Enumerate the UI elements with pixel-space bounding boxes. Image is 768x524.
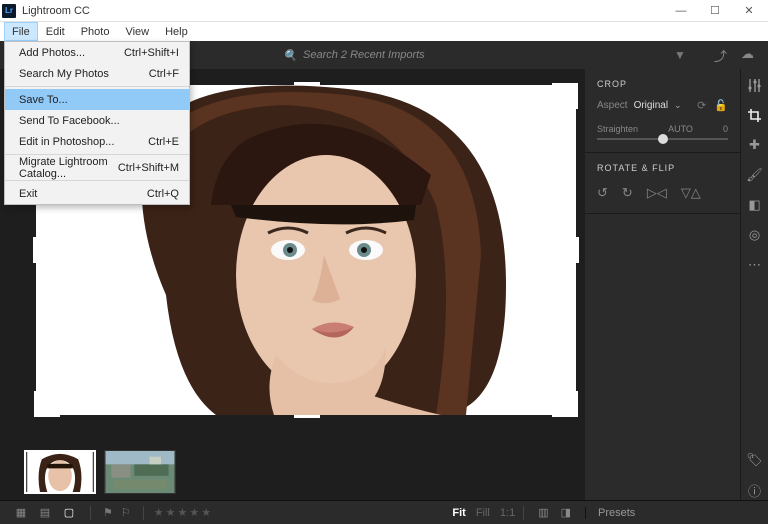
menu-exit[interactable]: ExitCtrl+Q <box>5 183 189 204</box>
aspect-label: Aspect <box>597 100 628 111</box>
flag-pick-icon[interactable]: ⚑ <box>103 506 113 519</box>
menu-separator <box>5 180 189 181</box>
rotate-aspect-icon[interactable]: ⟳ <box>697 99 706 112</box>
search-placeholder: Search 2 Recent Imports <box>303 49 425 61</box>
menu-search-my-photos[interactable]: Search My PhotosCtrl+F <box>5 63 189 84</box>
menu-save-to[interactable]: Save To... <box>5 89 189 110</box>
menubar: File Edit Photo View Help <box>0 22 768 41</box>
keywords-icon[interactable]: 🏷 <box>745 450 765 470</box>
zoom-fit[interactable]: Fit <box>452 507 465 519</box>
crop-tool-icon[interactable] <box>745 105 765 125</box>
zoom-1to1[interactable]: 1:1 <box>500 507 515 519</box>
app-icon: Lr <box>2 4 16 18</box>
menu-photo[interactable]: Photo <box>73 22 118 41</box>
file-menu-dropdown: Add Photos...Ctrl+Shift+I Search My Phot… <box>4 41 190 205</box>
square-grid-view-icon[interactable]: ▤ <box>38 507 52 519</box>
menu-help[interactable]: Help <box>157 22 196 41</box>
detail-view-icon[interactable]: ▢ <box>62 507 76 519</box>
filter-button[interactable]: ▼ <box>660 48 700 62</box>
rotate-ccw-icon[interactable]: ↺ <box>597 185 608 201</box>
straighten-slider[interactable]: Straighten AUTO 0 <box>597 124 728 140</box>
menu-edit[interactable]: Edit <box>38 22 73 41</box>
menu-migrate-catalog[interactable]: Migrate Lightroom Catalog...Ctrl+Shift+M <box>5 157 189 178</box>
crop-handle-bl[interactable] <box>34 391 60 417</box>
crop-handle-left[interactable] <box>33 237 36 263</box>
thumbnail-2[interactable] <box>104 450 176 494</box>
search-icon: 🔍 <box>283 49 297 62</box>
edit-panel: CROP Aspect Original ⌄ ⟳ 🔓 Straighten AU… <box>585 69 740 500</box>
menu-send-to-facebook[interactable]: Send To Facebook... <box>5 110 189 131</box>
search-field[interactable]: 🔍 Search 2 Recent Imports <box>283 49 424 62</box>
crop-handle-br[interactable] <box>552 391 578 417</box>
crop-handle-bottom[interactable] <box>294 415 320 418</box>
slider-knob[interactable] <box>658 134 668 144</box>
info-icon[interactable]: ⓘ <box>745 480 765 500</box>
filmstrip <box>0 444 585 500</box>
menu-view[interactable]: View <box>117 22 157 41</box>
more-tools-icon[interactable]: ⋯ <box>745 255 765 275</box>
flip-horizontal-icon[interactable]: ▷◁ <box>647 185 667 201</box>
compare-icon[interactable]: ◨ <box>561 506 571 519</box>
linear-gradient-icon[interactable]: ◧ <box>745 195 765 215</box>
bottom-bar: ▦ ▤ ▢ ⚑ ⚐ ★★★★★ Fit Fill 1:1 ▥ ◨ Presets <box>0 500 768 524</box>
menu-separator <box>5 86 189 87</box>
zoom-modes: Fit Fill 1:1 <box>452 507 523 519</box>
crop-title: CROP <box>597 79 728 89</box>
straighten-value: 0 <box>723 124 728 134</box>
chevron-down-icon[interactable]: ⌄ <box>674 100 682 111</box>
crop-group: CROP Aspect Original ⌄ ⟳ 🔓 Straighten AU… <box>585 69 740 153</box>
photo-grid-view-icon[interactable]: ▦ <box>14 507 28 519</box>
adjust-tool-icon[interactable] <box>745 75 765 95</box>
window-titlebar: Lr Lightroom CC ― ☐ ✕ <box>0 0 768 22</box>
healing-brush-icon[interactable]: ✚ <box>745 135 765 155</box>
window-close-button[interactable]: ✕ <box>732 0 766 22</box>
straighten-label: Straighten <box>597 124 638 134</box>
cloud-sync-icon[interactable]: ☁ <box>741 46 754 65</box>
rotate-cw-icon[interactable]: ↻ <box>622 185 633 201</box>
window-title: Lightroom CC <box>22 5 664 17</box>
rotate-flip-title: ROTATE & FLIP <box>597 163 728 173</box>
rating-stars[interactable]: ★★★★★ <box>144 506 223 519</box>
rotate-flip-group: ROTATE & FLIP ↺ ↻ ▷◁ ▽△ <box>585 153 740 214</box>
menu-file[interactable]: File <box>4 22 38 41</box>
aspect-value[interactable]: Original <box>634 100 668 111</box>
lock-icon[interactable]: 🔓 <box>714 99 728 112</box>
brush-tool-icon[interactable]: 🖌 <box>745 165 765 185</box>
menu-add-photos[interactable]: Add Photos...Ctrl+Shift+I <box>5 42 189 63</box>
crop-handle-tr[interactable] <box>552 83 578 109</box>
show-original-icon[interactable]: ▥ <box>538 506 548 519</box>
crop-handle-right[interactable] <box>576 237 579 263</box>
tool-rail: ✚ 🖌 ◧ ◎ ⋯ 🏷 ⓘ <box>740 69 768 500</box>
crop-handle-top[interactable] <box>294 82 320 85</box>
share-icon[interactable]: ⤴ <box>714 46 727 65</box>
window-maximize-button[interactable]: ☐ <box>698 0 732 22</box>
menu-edit-in-photoshop[interactable]: Edit in Photoshop...Ctrl+E <box>5 131 189 152</box>
flag-reject-icon[interactable]: ⚐ <box>121 506 131 519</box>
auto-button[interactable]: AUTO <box>668 124 693 134</box>
window-minimize-button[interactable]: ― <box>664 0 698 22</box>
radial-gradient-icon[interactable]: ◎ <box>745 225 765 245</box>
thumbnail-1[interactable] <box>24 450 96 494</box>
zoom-fill[interactable]: Fill <box>476 507 490 519</box>
flip-vertical-icon[interactable]: ▽△ <box>681 185 701 201</box>
presets-label[interactable]: Presets <box>598 507 635 519</box>
